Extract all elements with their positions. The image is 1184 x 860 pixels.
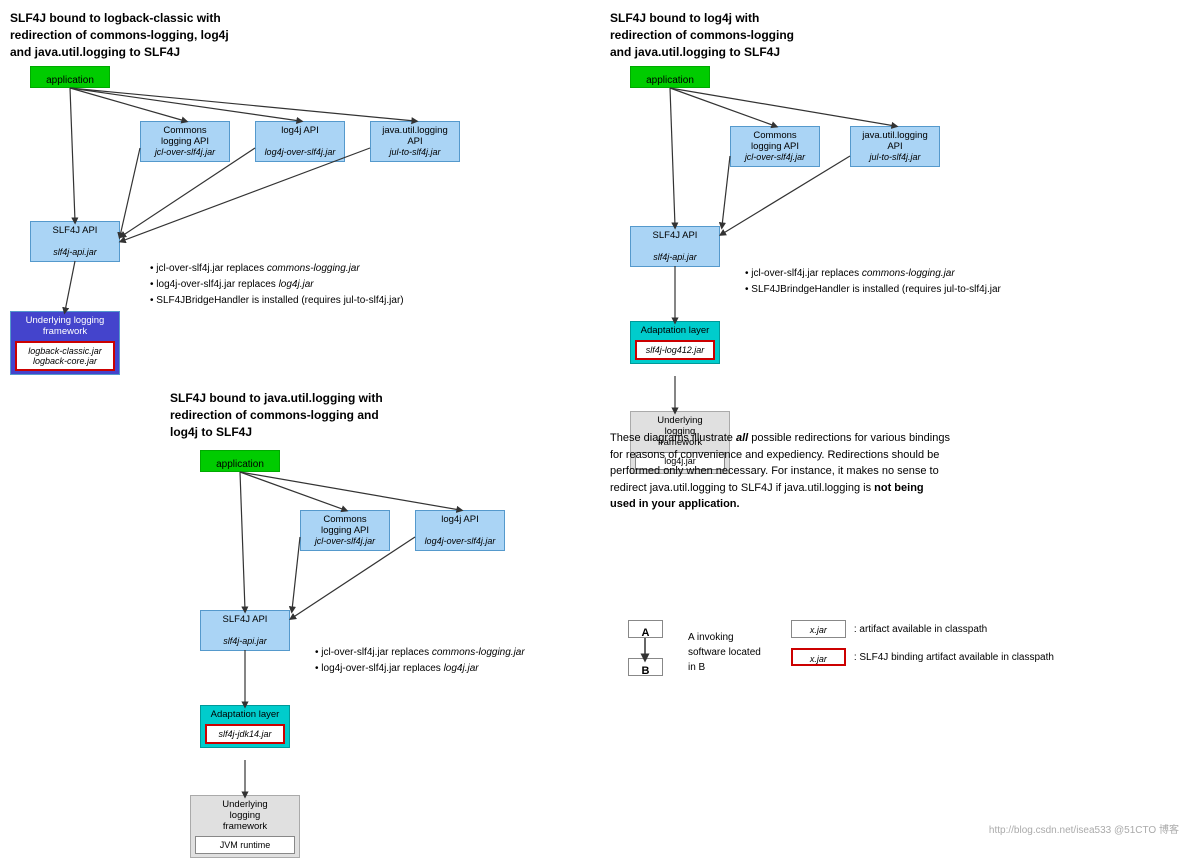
diag1-jul-api: java.util.loggingAPIjul-to-slf4j.jar <box>370 121 460 162</box>
diag2-adaptation: Adaptation layer slf4j-jdk14.jar <box>200 705 290 748</box>
diag1-application: application <box>30 66 110 88</box>
diag1-underlying: Underlying loggingframework logback-clas… <box>10 311 120 375</box>
diag3-slf4j-api: SLF4J APIslf4j-api.jar <box>630 226 720 267</box>
legend-invoking-label: A invokingsoftware locatedin B <box>688 630 761 675</box>
diag1-slf4j-api: SLF4J APIslf4j-api.jar <box>30 221 120 262</box>
diag3-application: application <box>630 66 710 88</box>
legend-jar-artifact-label: : artifact available in classpath <box>854 624 987 635</box>
diagram3: application Commonslogging APIjcl-over-s… <box>610 66 1150 466</box>
legend-area: A B A invokingsoftware locatedin B x.jar… <box>618 620 1158 692</box>
page: SLF4J bound to logback-classic with redi… <box>0 0 1184 838</box>
diagram3-title: SLF4J bound to log4j with redirection of… <box>610 10 910 60</box>
diagram1-title: SLF4J bound to logback-classic with redi… <box>10 10 310 60</box>
diag2-log4j-api: log4j APIlog4j-over-slf4j.jar <box>415 510 505 551</box>
diag3-adaptation: Adaptation layer slf4j-log412.jar <box>630 321 720 364</box>
diag2-notes: • jcl-over-slf4j.jar replaces commons-lo… <box>315 645 525 677</box>
diag3-notes: • jcl-over-slf4j.jar replaces commons-lo… <box>745 266 1001 298</box>
diagram2: application Commonslogging APIjcl-over-s… <box>170 450 620 860</box>
diag2-slf4j-api: SLF4J APIslf4j-api.jar <box>200 610 290 651</box>
diag1-commons-api: Commonslogging APIjcl-over-slf4j.jar <box>140 121 230 162</box>
diag3-jul-api: java.util.loggingAPIjul-to-slf4j.jar <box>850 126 940 167</box>
legend-arrow <box>618 620 678 680</box>
diag2-commons-api: Commonslogging APIjcl-over-slf4j.jar <box>300 510 390 551</box>
diagram2-title: SLF4J bound to java.util.logging with re… <box>170 390 470 440</box>
explanation-text: These diagrams illustrate all possible r… <box>610 430 950 513</box>
diag3-commons-api: Commonslogging APIjcl-over-slf4j.jar <box>730 126 820 167</box>
diag2-underlying: Underlyingloggingframework JVM runtime <box>190 795 300 858</box>
watermark: http://blog.csdn.net/isea533 @51CTO 博客 <box>989 821 1179 836</box>
diagram1: application Commonslogging APIjcl-over-s… <box>10 66 570 426</box>
diag1-notes: • jcl-over-slf4j.jar replaces commons-lo… <box>150 261 404 309</box>
diag1-log4j-api: log4j APIlog4j-over-slf4j.jar <box>255 121 345 162</box>
diag2-application: application <box>200 450 280 472</box>
legend-jar-binding-label: : SLF4J binding artifact available in cl… <box>854 652 1054 663</box>
